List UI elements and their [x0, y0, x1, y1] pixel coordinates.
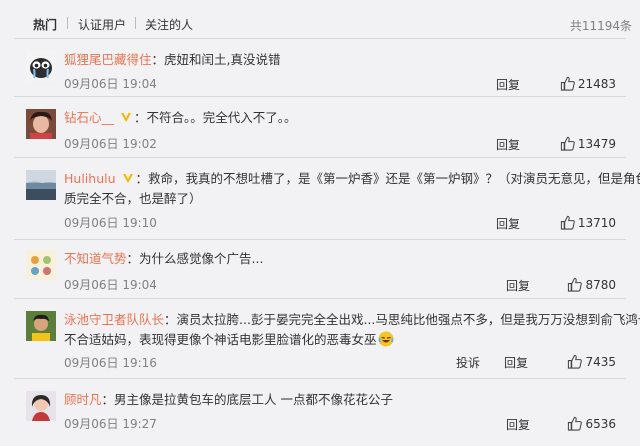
like-count: 7435	[585, 354, 616, 369]
comment-total-count: 共11194条	[569, 19, 632, 33]
like-count: 13710	[577, 215, 616, 230]
verified-badge-icon	[122, 174, 133, 183]
comment-text: 演员太拉胯...彭于晏完完全全出戏...马思纯比他强点不多，但是我万万没想到俞飞…	[176, 312, 640, 327]
thumbs-up-icon	[568, 277, 583, 292]
tab-hot[interactable]: 热门	[33, 16, 57, 33]
verified-badge-icon	[121, 113, 131, 122]
comment-text: 为什么感觉像个广告...	[139, 251, 264, 266]
report-button[interactable]: 投诉	[456, 354, 480, 371]
comment-time: 09月06日 19:04	[64, 77, 157, 91]
name-separator: ：	[164, 312, 177, 327]
comment-item: 顾时凡：男主像是拉黄包车的底层工人 一点都不像花花公子 09月06日 19:27…	[14, 378, 626, 446]
tab-following[interactable]: 关注的人	[145, 16, 193, 33]
commenter-name[interactable]: 狐狸尾巴藏得住	[64, 52, 152, 67]
reply-button[interactable]: 回复	[496, 136, 520, 153]
comment-tabs: 热门 认证用户 关注的人 共11194条	[0, 0, 640, 38]
like-button[interactable]: 8780	[567, 277, 616, 292]
thumbs-up-icon	[560, 136, 575, 151]
commenter-name[interactable]: 泳池守卫者队队长	[64, 312, 164, 327]
name-separator: ：	[135, 171, 149, 186]
thumbs-up-icon	[568, 354, 583, 369]
avatar[interactable]	[26, 391, 56, 421]
comment-item: 狐狸尾巴藏得住：虎妞和闰土,真没说错 09月06日 19:04 回复 21483	[14, 38, 626, 96]
tab-divider	[67, 17, 68, 29]
thumbs-up-icon	[560, 76, 575, 91]
comment-text: 不符合。。完全代入不了。。	[146, 110, 297, 125]
thumbs-up-icon	[568, 416, 583, 431]
comment-text: 男主像是拉黄包车的底层工人 一点都不像花花公子	[114, 392, 394, 407]
comment-text: 救命，我真的不想吐槽了，是《第一炉香》还是《第一炉钢》？（对演员无意见，但是角色…	[148, 171, 640, 186]
comment-time: 09月06日 19:10	[64, 216, 157, 230]
comment-text: 虎妞和闰土,真没说错	[164, 52, 281, 67]
commenter-name[interactable]: Hulihulu	[64, 171, 116, 186]
like-button[interactable]: 13710	[560, 215, 616, 230]
like-button[interactable]: 7435	[567, 354, 616, 369]
commenter-name[interactable]: 钻石心__	[64, 110, 114, 125]
commenter-name[interactable]: 顾时凡	[64, 392, 102, 407]
comment-item: 钻石心__ ：不符合。。完全代入不了。。 09月06日 19:02 回复 134…	[14, 96, 626, 157]
commenter-name[interactable]: 不知道气势	[64, 251, 127, 266]
reply-button[interactable]: 回复	[506, 277, 530, 294]
reply-button[interactable]: 回复	[506, 416, 530, 433]
comment-panel: 热门 认证用户 关注的人 共11194条 狐狸尾巴藏得住：虎妞和闰土,真没说错 …	[0, 0, 640, 446]
avatar[interactable]	[26, 250, 56, 280]
comment-item: 泳池守卫者队队长：演员太拉胯...彭于晏完完全全出戏...马思纯比他强点不多，但…	[14, 298, 640, 378]
comment-time: 09月06日 19:16	[64, 356, 157, 370]
name-separator: ：	[134, 110, 147, 125]
name-separator: ：	[101, 392, 115, 407]
tab-divider	[135, 17, 136, 29]
comment-item: Hulihulu ：救命，我真的不想吐槽了，是《第一炉香》还是《第一炉钢》？（对…	[14, 157, 640, 239]
like-count: 13479	[577, 136, 616, 151]
name-separator: ：	[151, 52, 165, 67]
comment-time: 09月06日 19:27	[64, 417, 157, 431]
comment-item: 不知道气势：为什么感觉像个广告... 09月06日 19:04 回复 8780	[14, 239, 626, 298]
like-count: 21483	[577, 76, 616, 91]
comment-time: 09月06日 19:02	[64, 137, 157, 151]
avatar[interactable]	[26, 109, 56, 139]
like-count: 8780	[585, 277, 616, 292]
name-separator: ：	[126, 251, 140, 266]
like-button[interactable]: 6536	[567, 416, 616, 431]
like-button[interactable]: 13479	[560, 136, 616, 151]
avatar[interactable]	[26, 311, 56, 341]
comment-text-continued: 质完全不合，也是醉了）	[64, 191, 202, 206]
tab-verified[interactable]: 认证用户	[78, 16, 126, 33]
reply-button[interactable]: 回复	[496, 76, 520, 93]
avatar[interactable]	[26, 170, 56, 200]
like-button[interactable]: 21483	[560, 76, 616, 91]
reply-button[interactable]: 回复	[496, 215, 520, 232]
thumbs-up-icon	[560, 215, 575, 230]
reply-button[interactable]: 回复	[504, 354, 528, 371]
laughing-crying-emoji-icon	[378, 331, 394, 347]
comment-time: 09月06日 19:04	[64, 278, 157, 292]
comment-text-continued: 不合适姑妈，表现得更像个神话电影里脸谱化的恶毒女巫	[64, 332, 377, 347]
avatar[interactable]	[26, 51, 56, 81]
like-count: 6536	[585, 416, 616, 431]
